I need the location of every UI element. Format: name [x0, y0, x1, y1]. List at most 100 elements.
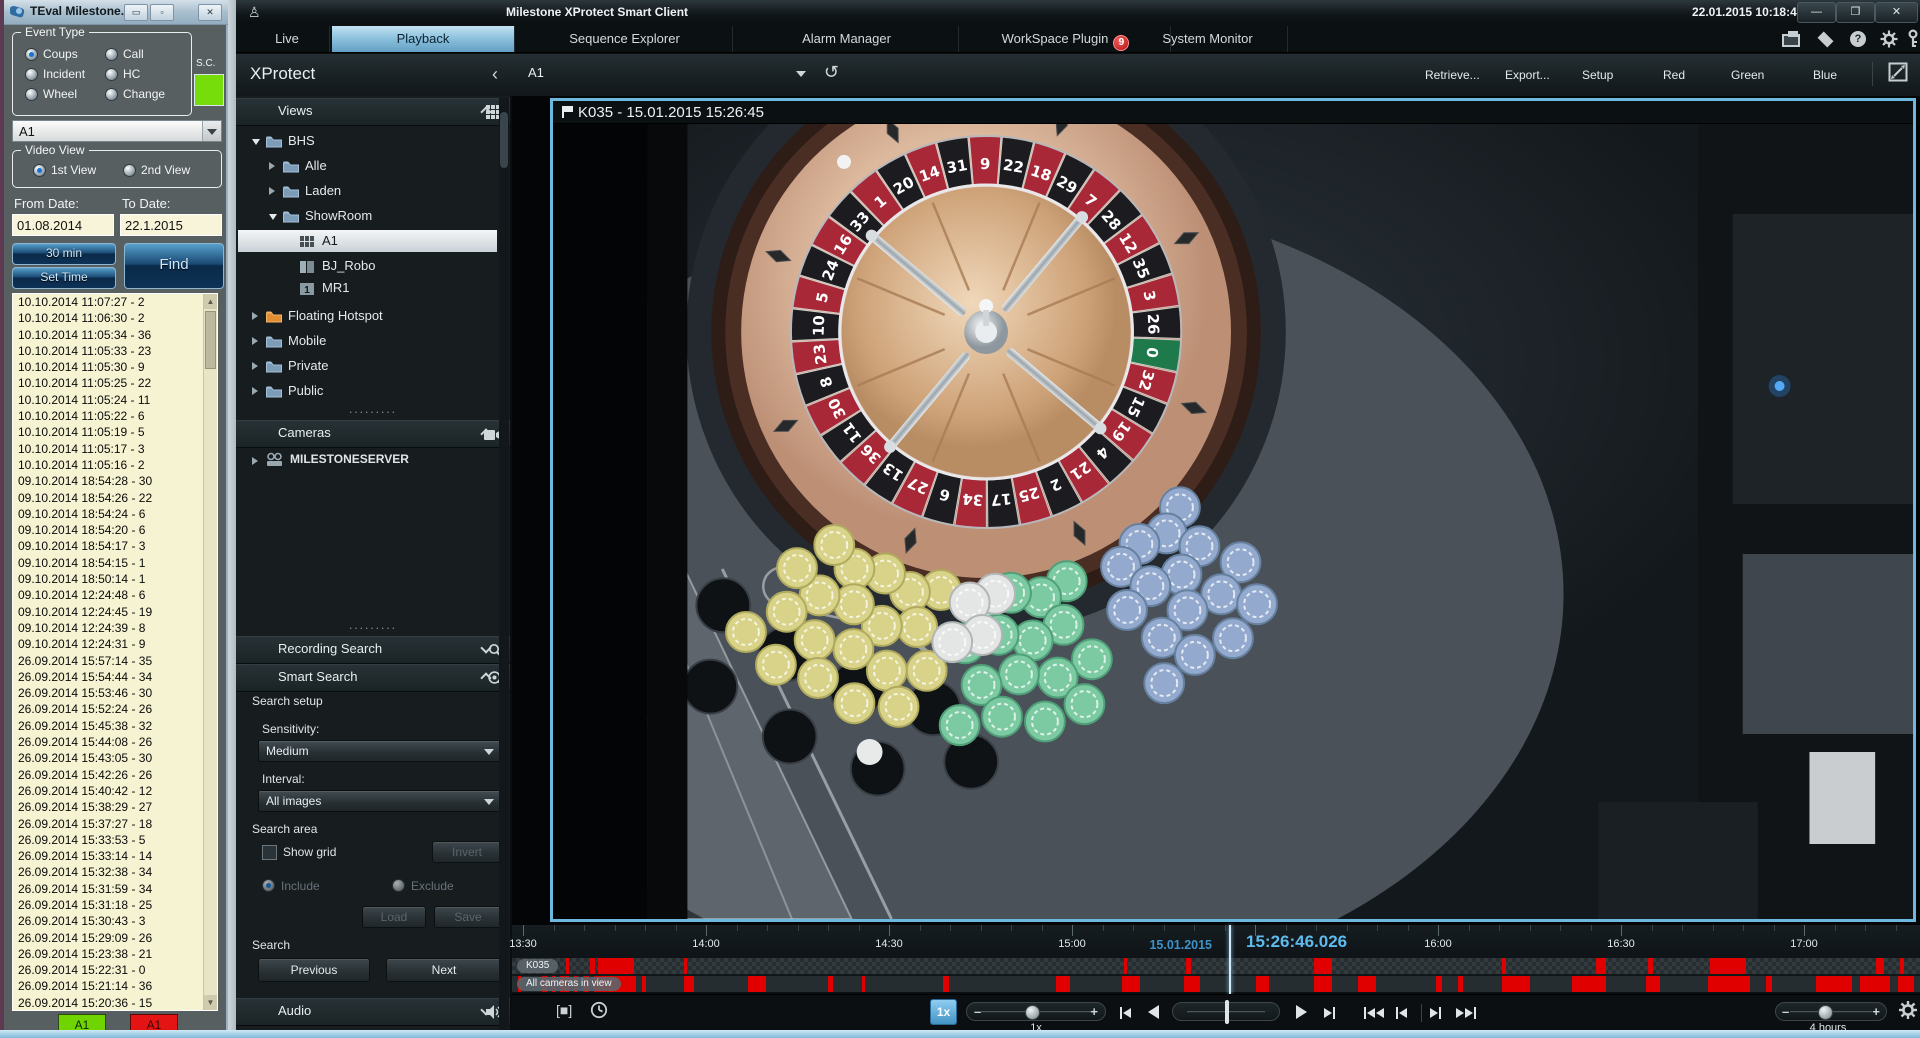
- show-grid-checkbox[interactable]: [262, 845, 277, 860]
- event-list-item[interactable]: 09.10.2014 12:24:45 - 19: [13, 604, 217, 620]
- tab-playback[interactable]: Playback: [332, 26, 515, 52]
- timeline-settings-gear-icon[interactable]: [1898, 1000, 1918, 1020]
- event-list-item[interactable]: 26.09.2014 15:31:18 - 25: [13, 897, 217, 913]
- load-button[interactable]: Load: [362, 906, 426, 928]
- tree-item-a1[interactable]: A1: [238, 230, 497, 252]
- event-list-item[interactable]: 26.09.2014 15:44:08 - 26: [13, 734, 217, 750]
- event-list-item[interactable]: 10.10.2014 11:05:19 - 5: [13, 424, 217, 440]
- event-list-item[interactable]: 10.10.2014 11:05:34 - 36: [13, 327, 217, 343]
- event-list-item[interactable]: 10.10.2014 11:06:30 - 2: [13, 310, 217, 326]
- radio-1st-view[interactable]: [33, 164, 46, 177]
- collapse-arrow-icon[interactable]: [252, 139, 260, 149]
- radio-hc[interactable]: [105, 68, 118, 81]
- expand-arrow-icon[interactable]: [252, 387, 258, 395]
- radio-2nd-view[interactable]: [123, 164, 136, 177]
- event-list-item[interactable]: 26.09.2014 15:33:53 - 5: [13, 832, 217, 848]
- include-radio[interactable]: [262, 879, 275, 892]
- event-list-item[interactable]: 10.10.2014 11:07:27 - 2: [13, 294, 217, 310]
- event-list-item[interactable]: 26.09.2014 15:57:14 - 35: [13, 653, 217, 669]
- toolbar-action-setup[interactable]: Setup: [1582, 68, 1613, 82]
- event-list-item[interactable]: 10.10.2014 11:05:25 - 22: [13, 375, 217, 391]
- event-list-item[interactable]: 26.09.2014 15:29:09 - 26: [13, 930, 217, 946]
- refresh-view-icon[interactable]: ↻: [824, 62, 839, 83]
- tab-alarm-manager[interactable]: Alarm Manager: [735, 26, 959, 52]
- event-list-item[interactable]: 26.09.2014 15:38:29 - 27: [13, 799, 217, 815]
- tab-sequence-explorer[interactable]: Sequence Explorer: [517, 26, 733, 52]
- event-list-item[interactable]: 26.09.2014 15:43:05 - 30: [13, 750, 217, 766]
- toolbar-action-green[interactable]: Green: [1731, 68, 1764, 82]
- shuttle-knob[interactable]: [1225, 1000, 1229, 1024]
- event-list-item[interactable]: 26.09.2014 15:37:27 - 18: [13, 816, 217, 832]
- scroll-thumb[interactable]: [205, 311, 216, 369]
- speed-slider-knob[interactable]: [1025, 1005, 1040, 1020]
- expand-arrow-icon[interactable]: [252, 362, 258, 370]
- event-list-item[interactable]: 10.10.2014 11:05:33 - 23: [13, 343, 217, 359]
- tab-live[interactable]: Live: [245, 26, 330, 52]
- interval-dropdown[interactable]: All images: [258, 790, 502, 812]
- section-resize-handle[interactable]: .........: [236, 402, 510, 416]
- event-list-item[interactable]: 26.09.2014 15:53:46 - 30: [13, 685, 217, 701]
- event-list-item[interactable]: 26.09.2014 15:40:42 - 12: [13, 783, 217, 799]
- timeline-ruler[interactable]: 13:3014:0014:3015:0016:0016:3017:00: [512, 925, 1920, 958]
- invert-button[interactable]: Invert: [432, 841, 502, 863]
- expand-arrow-icon[interactable]: [269, 162, 275, 170]
- event-list-item[interactable]: 10.10.2014 11:05:24 - 11: [13, 392, 217, 408]
- event-list-item[interactable]: 26.09.2014 15:54:44 - 34: [13, 669, 217, 685]
- timeline-zoom-slider[interactable]: –+: [1775, 1002, 1887, 1021]
- search-previous-button[interactable]: Previous: [258, 958, 370, 982]
- sidebar-scroll-thumb[interactable]: [500, 112, 508, 168]
- event-list-item[interactable]: 26.09.2014 15:45:38 - 32: [13, 718, 217, 734]
- sensitivity-dropdown[interactable]: Medium: [258, 740, 502, 762]
- event-list-item[interactable]: 26.09.2014 15:32:38 - 34: [13, 864, 217, 880]
- event-list-item[interactable]: 26.09.2014 15:52:24 - 26: [13, 701, 217, 717]
- timeline-track-camera[interactable]: K035: [512, 958, 1920, 976]
- radio-incident[interactable]: [25, 68, 38, 81]
- event-list-item[interactable]: 09.10.2014 12:24:39 - 8: [13, 620, 217, 636]
- plugin-minimize-button[interactable]: ▭: [124, 4, 148, 21]
- window-close-button[interactable]: ✕: [1875, 2, 1918, 23]
- expand-arrow-icon[interactable]: [252, 337, 258, 345]
- to-date-input[interactable]: [120, 214, 222, 236]
- shuttle-slider[interactable]: [1172, 1002, 1280, 1021]
- table-select[interactable]: A1: [12, 120, 222, 142]
- time-select-clock-icon[interactable]: [590, 1001, 608, 1019]
- event-list-item[interactable]: 10.10.2014 11:05:30 - 9: [13, 359, 217, 375]
- last-sequence-button[interactable]: [1456, 1007, 1476, 1019]
- camera-select-dropdown[interactable]: A1: [516, 60, 816, 88]
- toolbar-action-export[interactable]: Export...: [1505, 68, 1550, 82]
- workspace-toggle-icon[interactable]: [1782, 34, 1800, 47]
- scroll-down-arrow[interactable]: ▼: [204, 995, 217, 1010]
- settings-gear-icon[interactable]: [1880, 30, 1898, 48]
- play-forward-button[interactable]: [1296, 1005, 1307, 1019]
- help-icon[interactable]: ?: [1850, 31, 1866, 47]
- event-list-item[interactable]: 10.10.2014 11:05:17 - 3: [13, 441, 217, 457]
- search-next-button[interactable]: Next: [386, 958, 502, 982]
- event-list-item[interactable]: 10.10.2014 11:05:16 - 2: [13, 457, 217, 473]
- event-list-item[interactable]: 26.09.2014 15:21:14 - 36: [13, 978, 217, 994]
- event-list-item[interactable]: 09.10.2014 12:24:48 - 6: [13, 587, 217, 603]
- event-list-item[interactable]: 09.10.2014 18:54:28 - 30: [13, 473, 217, 489]
- event-list-item[interactable]: 26.09.2014 15:31:59 - 34: [13, 881, 217, 897]
- event-list-item[interactable]: 09.10.2014 18:54:20 - 6: [13, 522, 217, 538]
- sidebar-scrollbar[interactable]: [499, 98, 509, 1036]
- window-maximize-button[interactable]: ❐: [1836, 2, 1875, 23]
- playback-mode-badge[interactable]: 1x: [930, 999, 957, 1025]
- plugin-restore-button[interactable]: ▫: [150, 4, 174, 21]
- exclude-radio[interactable]: [392, 879, 405, 892]
- event-list-item[interactable]: 10.10.2014 11:05:22 - 6: [13, 408, 217, 424]
- toolbar-action-blue[interactable]: Blue: [1813, 68, 1837, 82]
- save-button[interactable]: Save: [434, 906, 502, 928]
- play-reverse-button[interactable]: [1148, 1005, 1159, 1019]
- event-result-list[interactable]: 10.10.2014 11:07:27 - 210.10.2014 11:06:…: [12, 293, 218, 1011]
- event-list-item[interactable]: 09.10.2014 18:54:24 - 6: [13, 506, 217, 522]
- radio-change[interactable]: [105, 88, 118, 101]
- radio-coups[interactable]: [25, 48, 38, 61]
- collapse-arrow-icon[interactable]: [269, 214, 277, 224]
- event-list-scrollbar[interactable]: ▲ ▼: [203, 294, 217, 1010]
- event-list-item[interactable]: 26.09.2014 15:20:36 - 15: [13, 995, 217, 1011]
- next-sequence-button[interactable]: [1430, 1007, 1441, 1019]
- timeline-track-all-cameras[interactable]: All cameras in view: [512, 976, 1920, 994]
- previous-image-button[interactable]: [1120, 1007, 1131, 1019]
- window-minimize-button[interactable]: —: [1797, 2, 1836, 23]
- speed-slider[interactable]: –+: [966, 1002, 1106, 1021]
